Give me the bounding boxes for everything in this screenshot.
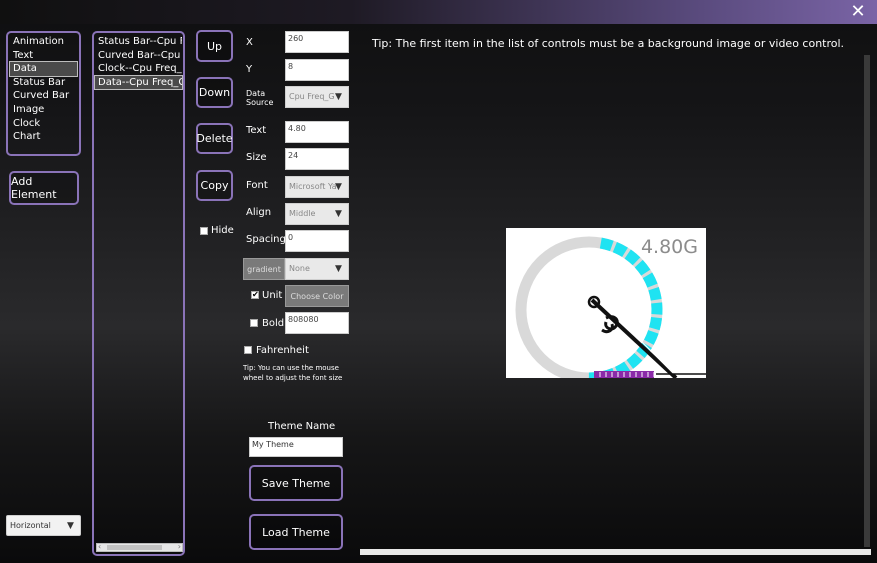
scrollbar-thumb[interactable]	[107, 545, 162, 550]
preview-horizontal-scrollbar[interactable]	[360, 549, 871, 555]
preview-vertical-scrollbar[interactable]	[864, 55, 870, 547]
gauge-active-arc	[588, 237, 663, 378]
spacing-field[interactable]: 0	[285, 230, 349, 252]
y-field[interactable]: 8	[285, 59, 349, 81]
theme-name-input[interactable]: My Theme	[249, 437, 343, 457]
element-type-item[interactable]: Status Bar	[10, 76, 77, 90]
gauge-segment	[612, 242, 628, 258]
font-size-tip: Tip: You can use the mouse wheel to adju…	[243, 364, 343, 382]
element-type-item[interactable]: Clock	[10, 117, 77, 131]
top-tip: Tip: The first item in the list of contr…	[372, 37, 845, 50]
chevron-down-icon: ▼	[335, 209, 342, 219]
unit-label: Unit	[262, 290, 283, 301]
chevron-down-icon: ▼	[335, 92, 342, 102]
align-select[interactable]: Middle ▼	[285, 203, 349, 225]
gauge-segment	[624, 249, 641, 266]
size-field[interactable]: 24	[285, 148, 349, 170]
datasource-select[interactable]: Cpu Freq_G ▼	[285, 86, 349, 108]
gauge-segment	[642, 272, 658, 288]
load-theme-button[interactable]: Load Theme	[249, 514, 343, 550]
copy-button[interactable]: Copy	[196, 170, 233, 201]
fahrenheit-label: Fahrenheit	[256, 345, 309, 356]
up-button[interactable]: Up	[196, 30, 233, 62]
gauge-segment	[599, 237, 614, 252]
datasource-value: Cpu Freq_G	[289, 92, 335, 101]
x-label: X	[246, 37, 253, 48]
controls-list[interactable]: Status Bar--Cpu FreqCurved Bar--Cpu FreC…	[92, 31, 185, 556]
element-type-item[interactable]: Text	[10, 49, 77, 63]
chevron-down-icon: ▼	[67, 521, 74, 531]
gauge-preview: 4.80G	[515, 236, 706, 378]
x-field[interactable]: 260	[285, 31, 349, 53]
gradient-select[interactable]: None ▼	[285, 258, 349, 280]
color-field[interactable]: 808080	[285, 312, 349, 334]
align-value: Middle	[289, 209, 316, 218]
text-field[interactable]: 4.80	[285, 121, 349, 143]
control-list-item[interactable]: Data--Cpu Freq_G	[94, 74, 183, 91]
control-list-item[interactable]: Curved Bar--Cpu Fre	[95, 49, 182, 63]
hide-checkbox[interactable]	[200, 227, 208, 235]
orientation-value: Horizontal	[10, 521, 51, 530]
gauge-segment	[649, 316, 663, 331]
gradient-button[interactable]: gradient	[243, 258, 285, 280]
bold-label: Bold	[262, 318, 285, 329]
element-type-list[interactable]: Animation Text Data Status Bar Curved Bar Ima…	[6, 31, 81, 156]
controls-list-scrollbar[interactable]: ‹ ›	[96, 542, 183, 552]
orientation-select[interactable]: Horizontal ▼	[6, 515, 81, 536]
fahrenheit-checkbox[interactable]	[244, 346, 252, 354]
text-label: Text	[246, 125, 267, 136]
gauge-segment	[626, 352, 643, 369]
choose-color-button[interactable]: Choose Color	[285, 285, 349, 307]
scroll-left-icon[interactable]: ‹	[98, 542, 101, 551]
down-button[interactable]: Down	[196, 77, 233, 108]
chevron-down-icon: ▼	[335, 182, 342, 192]
gauge-value-text: 4.80G	[641, 236, 698, 258]
close-icon[interactable]: ✕	[849, 3, 867, 21]
gauge-segment	[634, 259, 651, 276]
chevron-down-icon: ▼	[335, 264, 342, 274]
unit-checkbox[interactable]	[251, 290, 259, 299]
font-label: Font	[246, 180, 268, 191]
control-list-item[interactable]: Clock--Cpu Freq_G	[95, 62, 182, 76]
datasource-label: Data Source	[246, 89, 274, 107]
size-label: Size	[246, 152, 267, 163]
font-value: Microsoft Ya	[289, 182, 337, 191]
element-type-item[interactable]: Chart	[10, 130, 77, 144]
scroll-right-icon[interactable]: ›	[178, 542, 181, 551]
hide-label: Hide	[211, 225, 234, 236]
align-label: Align	[246, 207, 272, 218]
save-theme-button[interactable]: Save Theme	[249, 465, 343, 501]
element-type-item[interactable]: Curved Bar	[10, 89, 77, 103]
font-select[interactable]: Microsoft Ya ▼	[285, 176, 349, 198]
title-bar: ✕	[0, 0, 877, 24]
element-type-item[interactable]: Data	[9, 61, 78, 77]
gauge-segment	[614, 361, 631, 377]
y-label: Y	[246, 64, 253, 75]
gradient-value: None	[289, 264, 310, 273]
element-type-item[interactable]: Image	[10, 103, 77, 117]
gauge-segment	[648, 286, 662, 301]
spacing-label: Spacing	[246, 234, 286, 245]
theme-name-label: Theme Name	[268, 421, 336, 432]
element-type-item[interactable]: Animation	[10, 35, 77, 49]
delete-button[interactable]: Delete	[196, 123, 233, 154]
preview-canvas: 4.80G	[506, 228, 706, 378]
gauge-segment	[643, 329, 659, 345]
control-list-item[interactable]: Status Bar--Cpu Freq	[95, 35, 182, 49]
add-element-button[interactable]: Add Element	[9, 171, 79, 205]
bold-checkbox[interactable]	[250, 319, 258, 327]
